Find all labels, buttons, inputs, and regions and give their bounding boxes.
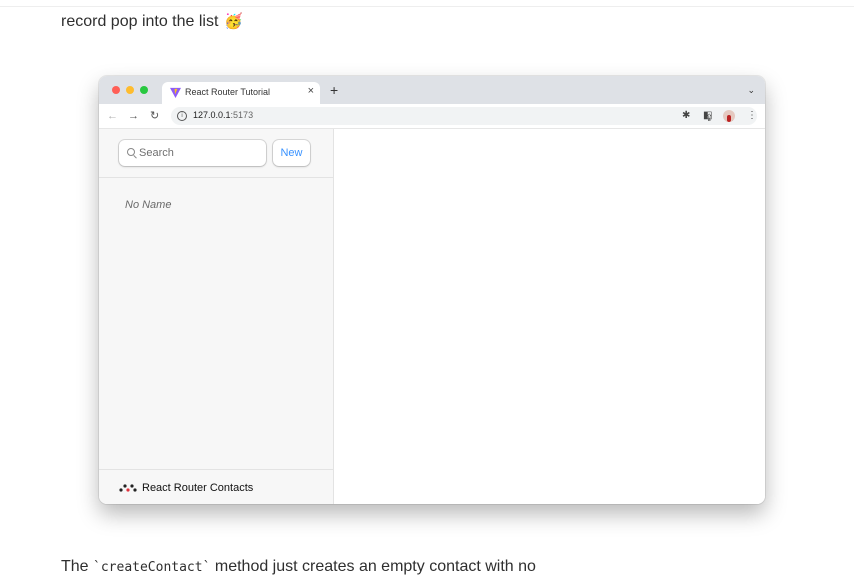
paragraph-text: method just creates an empty contact wit… [210,558,536,575]
new-tab-button[interactable]: + [330,82,338,98]
top-divider [0,6,854,7]
extensions-puzzle-icon[interactable]: ✱ [682,109,690,123]
forward-arrow-icon[interactable]: → [128,109,139,123]
browser-menu-icon[interactable]: ⋮ [747,109,757,123]
search-input[interactable] [139,145,259,161]
vite-favicon-icon [170,87,181,98]
party-face-emoji: 🥳 [224,13,244,30]
tab-title: React Router Tutorial [185,87,271,97]
back-arrow-icon[interactable]: ← [107,109,118,123]
reload-icon[interactable]: ↻ [150,109,159,123]
sidebar-divider [99,177,333,178]
tab-bar: React Router Tutorial × + ⌄ [99,76,765,104]
tab-react-router-tutorial[interactable]: React Router Tutorial × [162,82,320,104]
contact-list-item[interactable]: No Name [125,199,171,211]
new-contact-button[interactable]: New [273,140,310,166]
paragraph-text: record pop into the list [61,13,219,30]
maximize-window-button[interactable] [140,86,148,94]
tab-search-dropdown-icon[interactable]: ⌄ [747,85,755,96]
sidebar: New No Name React Router Contacts [99,129,334,504]
minimize-window-button[interactable] [126,86,134,94]
sidebar-footer: React Router Contacts [99,469,333,504]
browser-toolbar: ← → ↻ i 127.0.0.1:5173 ⇪ ☆ ✱ ◧ ⋮ [99,104,765,129]
url-host: 127.0.0.1 [193,110,231,120]
search-form [119,140,266,166]
side-panel-icon[interactable]: ◧ [703,109,712,123]
react-router-logo-icon [119,484,137,492]
brand-title: React Router Contacts [142,482,254,494]
tab-close-icon[interactable]: × [308,85,314,97]
close-window-button[interactable] [112,86,120,94]
article-paragraph-1: record pop into the list 🥳 [61,12,243,32]
paragraph-text: The [61,558,94,575]
inline-code: `createContact` [93,560,211,575]
search-icon [127,148,135,156]
contact-detail-pane [334,129,765,504]
profile-avatar[interactable] [723,110,735,122]
article-paragraph-2: The `createContact` method just creates … [61,557,536,578]
url-port: :5173 [230,110,254,120]
address-bar[interactable]: i 127.0.0.1:5173 ⇪ ☆ [171,107,757,125]
browser-window: React Router Tutorial × + ⌄ ← → ↻ i 127.… [99,76,765,504]
site-info-icon[interactable]: i [177,111,187,121]
url-text: 127.0.0.1:5173 [193,110,253,120]
